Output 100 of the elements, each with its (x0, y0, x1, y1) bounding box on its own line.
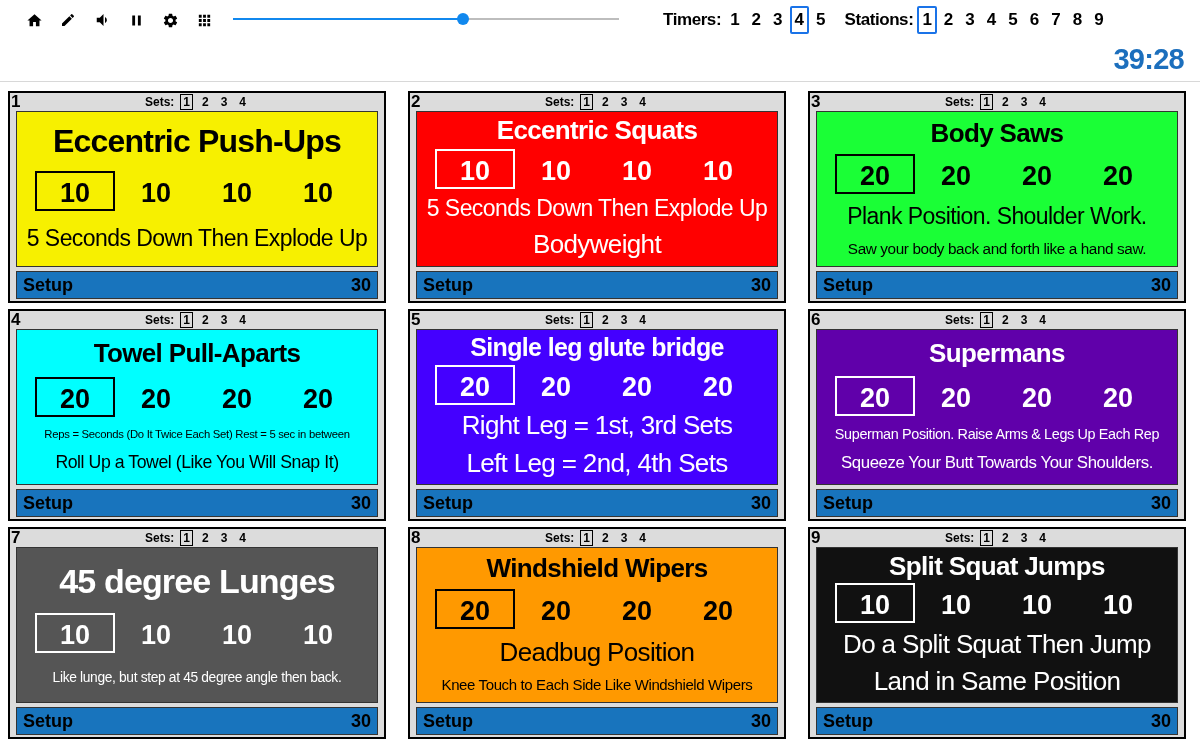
timer-option[interactable]: 1 (725, 6, 745, 34)
station-option[interactable]: 9 (1089, 6, 1109, 34)
countdown-clock: 39:28 (1113, 42, 1184, 78)
set-tab[interactable]: 4 (236, 312, 250, 328)
timer-option[interactable]: 4 (789, 6, 809, 34)
rep-count: 20 (435, 364, 515, 405)
setup-bar[interactable]: Setup 30 (416, 707, 778, 735)
rep-count: 20 (939, 381, 972, 415)
rest-seconds: 30 (1150, 491, 1171, 515)
slider-track[interactable] (233, 13, 619, 25)
exercise-title: Supermans (929, 339, 1065, 366)
setup-bar[interactable]: Setup 30 (816, 489, 1178, 517)
set-tab[interactable]: 2 (599, 312, 612, 328)
set-tab[interactable]: 1 (580, 312, 593, 328)
setup-bar[interactable]: Setup 30 (16, 489, 378, 517)
set-tab[interactable]: 1 (980, 530, 993, 546)
rep-count: 10 (539, 154, 572, 188)
set-tab[interactable]: 1 (980, 94, 993, 110)
station-option[interactable]: 2 (938, 6, 959, 34)
exercise-note: Saw your body back and forth like a hand saw. (847, 238, 1147, 258)
set-tab[interactable]: 3 (217, 94, 231, 110)
set-tab[interactable]: 2 (999, 530, 1012, 546)
rep-count: 10 (620, 154, 653, 188)
sets-label: Sets: (544, 530, 575, 547)
set-tab[interactable]: 4 (1036, 312, 1050, 328)
set-tab[interactable]: 2 (199, 94, 212, 110)
slider-thumb[interactable] (457, 13, 470, 25)
set-tab[interactable]: 4 (236, 530, 250, 546)
pencil-icon[interactable] (60, 12, 76, 28)
timer-option[interactable]: 2 (746, 6, 767, 34)
set-tab[interactable]: 3 (1017, 312, 1031, 328)
home-icon[interactable] (26, 11, 43, 29)
rep-count: 10 (139, 619, 172, 653)
exercise-title: Towel Pull-Aparts (93, 340, 301, 367)
set-tab[interactable]: 4 (636, 94, 650, 110)
station-option[interactable]: 5 (1003, 6, 1023, 34)
set-tab[interactable]: 4 (1036, 94, 1050, 110)
setup-bar[interactable]: Setup 30 (16, 271, 378, 299)
set-tab[interactable]: 2 (199, 530, 212, 546)
rest-seconds: 30 (350, 273, 371, 297)
exercise-title: Windshield Wipers (486, 555, 708, 582)
set-tab[interactable]: 1 (580, 530, 593, 546)
set-tab[interactable]: 4 (636, 312, 650, 328)
set-tab[interactable]: 1 (580, 94, 593, 110)
set-tab[interactable]: 1 (980, 312, 993, 328)
set-tab[interactable]: 3 (617, 312, 631, 328)
station-option[interactable]: 4 (981, 6, 1002, 34)
setup-bar[interactable]: Setup 30 (816, 707, 1178, 735)
exercise-title: Body Saws (930, 120, 1064, 146)
settings-icon[interactable] (162, 11, 179, 29)
set-tab[interactable]: 3 (1017, 94, 1031, 110)
rep-count: 20 (1101, 160, 1134, 194)
set-tab[interactable]: 4 (236, 94, 250, 110)
set-tab[interactable]: 2 (599, 94, 612, 110)
setup-bar[interactable]: Setup 30 (416, 271, 778, 299)
rep-count: 20 (701, 370, 734, 404)
set-tab[interactable]: 1 (180, 312, 193, 328)
set-tab[interactable]: 3 (217, 530, 231, 546)
set-tab[interactable]: 1 (180, 530, 193, 546)
rest-seconds: 30 (750, 709, 771, 733)
station-option[interactable]: 8 (1067, 6, 1088, 34)
exercise-note: Knee Touch to Each Side Like Windshield Wipers (441, 675, 753, 695)
setup-bar[interactable]: Setup 30 (416, 489, 778, 517)
set-tab[interactable]: 3 (617, 94, 631, 110)
sets-label: Sets: (544, 94, 575, 111)
exercise-note: Roll Up a Towel (Like You Will Snap It) (55, 451, 339, 474)
setup-bar[interactable]: Setup 30 (816, 271, 1178, 299)
exercise-note: Like lunge, but step at 45 degree angle then back. (52, 669, 342, 687)
exercise-note: 5 Seconds Down Then Explode Up (26, 223, 368, 253)
station-option[interactable]: 7 (1046, 6, 1066, 34)
timer-option[interactable]: 3 (768, 6, 788, 34)
station-option[interactable]: 3 (960, 6, 980, 34)
set-tab[interactable]: 3 (617, 530, 631, 546)
station-number: 5 (410, 311, 422, 329)
exercise-note: Do a Split Squat Then Jump (843, 627, 1151, 661)
exercise-note: Land in Same Position (873, 664, 1121, 698)
set-tab[interactable]: 2 (999, 312, 1012, 328)
set-tab[interactable]: 1 (180, 94, 193, 110)
set-tab[interactable]: 2 (999, 94, 1012, 110)
set-tab[interactable]: 4 (1036, 530, 1050, 546)
set-tab[interactable]: 2 (199, 312, 212, 328)
set-tab[interactable]: 2 (599, 530, 612, 546)
rep-count: 10 (835, 583, 915, 624)
rep-count: 20 (220, 382, 253, 416)
exercise-note: Deadbug Position (499, 636, 695, 669)
set-tab[interactable]: 4 (636, 530, 650, 546)
rest-seconds: 30 (750, 491, 771, 515)
station-number: 3 (810, 93, 822, 111)
rep-count: 20 (139, 382, 172, 416)
exercise-note: Left Leg = 2nd, 4th Sets (466, 446, 728, 480)
setup-bar[interactable]: Setup 30 (16, 707, 378, 735)
set-tab[interactable]: 3 (1017, 530, 1031, 546)
exercise-title: Eccentric Squats (496, 117, 698, 144)
timer-option[interactable]: 5 (811, 6, 831, 34)
set-tab[interactable]: 3 (217, 312, 231, 328)
setup-label: Setup (423, 273, 473, 297)
exercise-note: Bodyweight (533, 228, 661, 261)
rest-seconds: 30 (350, 491, 371, 515)
station-option[interactable]: 6 (1024, 6, 1045, 34)
station-option[interactable]: 1 (917, 6, 937, 34)
